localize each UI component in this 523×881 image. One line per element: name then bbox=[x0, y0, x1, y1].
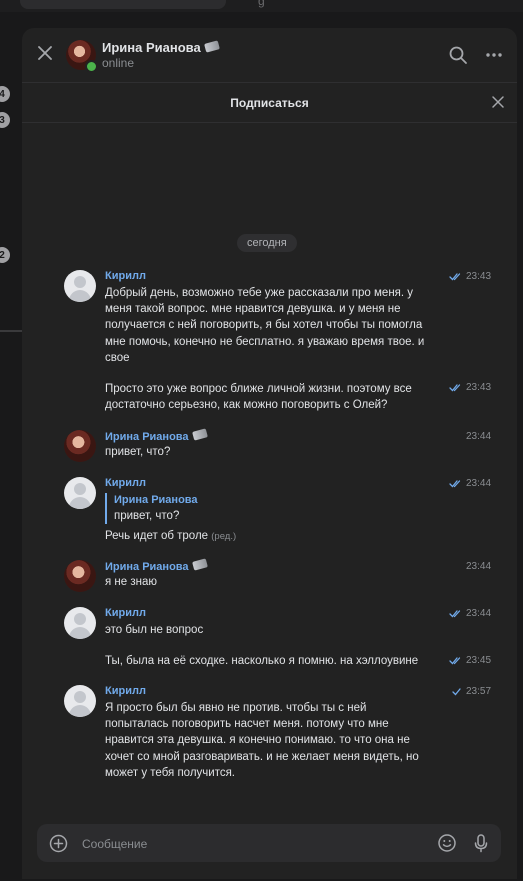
status-emoji-icon bbox=[191, 558, 208, 571]
avatar[interactable] bbox=[64, 607, 96, 639]
status-emoji-icon bbox=[191, 428, 208, 441]
divider bbox=[0, 330, 22, 332]
close-icon bbox=[38, 46, 52, 60]
avatar[interactable] bbox=[64, 477, 96, 509]
avatar[interactable] bbox=[64, 270, 96, 302]
double-check-icon bbox=[449, 610, 461, 618]
message-time: 23:43 bbox=[449, 382, 491, 393]
unread-badge: 2 bbox=[0, 247, 10, 263]
message-time: 23:44 bbox=[449, 608, 491, 619]
message-text-row: Речь идет об троле (ред.) bbox=[105, 528, 425, 545]
subscribe-close-button[interactable] bbox=[490, 94, 506, 115]
message-time: 23:43 bbox=[449, 271, 491, 282]
message-text: Речь идет об троле bbox=[105, 530, 209, 542]
avatar[interactable] bbox=[64, 560, 96, 592]
double-check-icon bbox=[449, 273, 461, 281]
unread-badge: 4 bbox=[0, 86, 10, 102]
message-time: 23:44 bbox=[449, 478, 491, 489]
avatar[interactable] bbox=[64, 685, 96, 717]
contact-name: Ирина Рианова bbox=[102, 40, 201, 55]
double-check-icon bbox=[449, 480, 461, 488]
contact-status: online bbox=[102, 56, 135, 70]
message-text: это был не вопрос bbox=[105, 624, 204, 636]
background-tab-text: g bbox=[258, 0, 265, 8]
avatar[interactable] bbox=[64, 430, 96, 462]
more-options-button[interactable] bbox=[484, 45, 504, 70]
message-composer bbox=[37, 824, 501, 864]
attach-button[interactable] bbox=[49, 834, 68, 858]
quote-text: привет, что? bbox=[114, 510, 180, 522]
check-icon bbox=[452, 688, 461, 696]
message-text: я не знаю bbox=[105, 576, 158, 588]
emoji-button[interactable] bbox=[437, 833, 457, 858]
message-text: Добрый день, возможно тебе уже рассказал… bbox=[105, 287, 425, 364]
add-circle-icon bbox=[49, 834, 68, 853]
background-header: g bbox=[0, 0, 523, 12]
search-icon bbox=[449, 46, 467, 64]
voice-message-button[interactable] bbox=[471, 833, 491, 858]
message-time: 23:44 bbox=[466, 561, 492, 572]
date-divider: сегодня bbox=[237, 234, 297, 252]
more-icon bbox=[486, 53, 502, 57]
subscribe-bar: Подписаться bbox=[22, 83, 517, 123]
message-text: Просто это уже вопрос ближе личной жизни… bbox=[105, 383, 412, 412]
double-check-icon bbox=[449, 657, 461, 665]
edited-label: (ред.) bbox=[211, 531, 237, 542]
message-text: Ты, была на её сходке. насколько я помню… bbox=[105, 655, 419, 667]
chat-window: Ирина Рианова online Подписаться сегодня… bbox=[22, 28, 517, 879]
contact-name-row[interactable]: Ирина Рианова bbox=[102, 40, 220, 55]
chat-header: Ирина Рианова online bbox=[22, 28, 517, 83]
message-author[interactable]: Кирилл bbox=[105, 685, 146, 697]
background-search-bar bbox=[20, 0, 226, 9]
subscribe-button[interactable]: Подписаться bbox=[230, 96, 308, 110]
close-chat-button[interactable] bbox=[34, 42, 56, 64]
microphone-icon bbox=[474, 834, 488, 853]
message-time: 23:57 bbox=[449, 686, 491, 697]
message-time: 23:44 bbox=[466, 431, 492, 442]
message-text: привет, что? bbox=[105, 446, 171, 458]
message-input[interactable] bbox=[80, 824, 424, 864]
close-icon bbox=[492, 96, 504, 108]
message-author[interactable]: Кирилл bbox=[105, 607, 146, 619]
search-button[interactable] bbox=[448, 45, 468, 70]
unread-badge: 3 bbox=[0, 112, 10, 128]
quote-author: Ирина Рианова bbox=[114, 494, 198, 506]
online-indicator bbox=[85, 60, 98, 73]
message-time: 23:45 bbox=[449, 655, 491, 666]
message-author[interactable]: Кирилл bbox=[105, 477, 146, 489]
message-author[interactable]: Кирилл bbox=[105, 270, 146, 282]
double-check-icon bbox=[449, 384, 461, 392]
message-author-row[interactable]: Ирина Рианова bbox=[105, 428, 208, 443]
status-emoji-icon bbox=[203, 40, 220, 53]
reply-quote[interactable]: Ирина Рианова привет, что? bbox=[105, 493, 198, 524]
message-author-row[interactable]: Ирина Рианова bbox=[105, 558, 208, 573]
message-text: Я просто был бы явно не против. чтобы ты… bbox=[105, 702, 419, 779]
smile-icon bbox=[438, 834, 456, 852]
